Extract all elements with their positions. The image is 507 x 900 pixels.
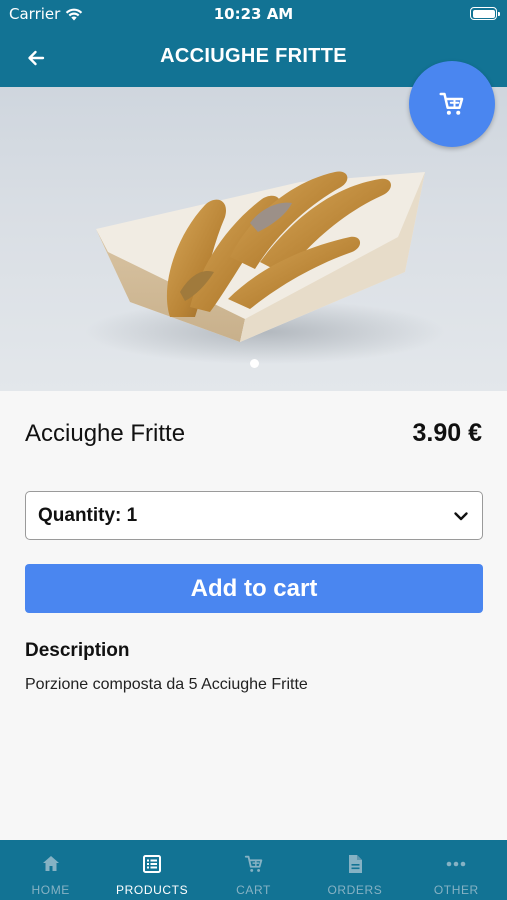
cart-button[interactable] (409, 61, 495, 147)
quantity-label: Quantity: 1 (38, 505, 138, 526)
tab-other[interactable]: OTHER (406, 840, 507, 900)
product-name: Acciughe Fritte (25, 420, 186, 447)
battery-icon (470, 7, 500, 20)
quantity-select[interactable]: Quantity: 1 (25, 491, 483, 540)
product-details: Acciughe Fritte 3.90 € Quantity: 1 Add t… (0, 391, 507, 840)
tab-label: HOME (31, 883, 70, 897)
document-icon (348, 855, 362, 873)
tab-products[interactable]: PRODUCTS (101, 840, 202, 900)
cart-icon (244, 855, 262, 872)
tab-cart[interactable]: CART (203, 840, 304, 900)
description-text: Porzione composta da 5 Acciughe Fritte (25, 676, 308, 693)
add-to-cart-button[interactable]: Add to cart (25, 564, 483, 613)
tab-label: OTHER (433, 883, 479, 897)
product-price: 3.90 € (412, 419, 482, 447)
list-icon (143, 855, 162, 873)
tab-label: CART (236, 883, 271, 897)
tab-label: PRODUCTS (116, 883, 189, 897)
cart-icon (439, 92, 464, 115)
chevron-down-icon (454, 512, 468, 521)
tab-orders[interactable]: ORDERS (304, 840, 405, 900)
more-icon (447, 861, 466, 867)
status-bar: Carrier 10:23 AM (0, 0, 507, 28)
description-heading: Description (25, 640, 130, 661)
gallery-page-indicator (250, 359, 259, 368)
bottom-tab-bar: HOME PRODUCTS CART ORDERS OTHER (0, 840, 507, 900)
clock: 10:23 AM (213, 5, 294, 23)
tab-label: ORDERS (327, 883, 383, 897)
page-title: ACCIUGHE FRITTE (160, 45, 347, 67)
tab-home[interactable]: HOME (0, 840, 101, 900)
home-icon (42, 856, 59, 871)
